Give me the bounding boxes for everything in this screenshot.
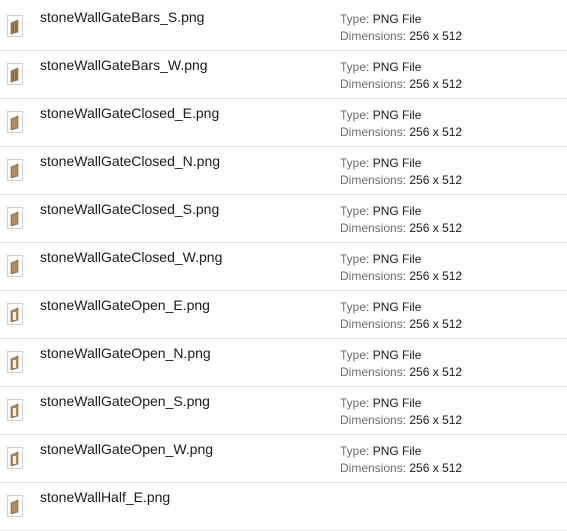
dimensions-value: 256 x 512 xyxy=(409,365,463,379)
file-name: stoneWallGateBars_W.png xyxy=(40,57,208,73)
file-type: Type: PNG File xyxy=(340,204,421,218)
file-list-item[interactable]: stoneWallGateOpen_S.png Type: PNG File Dim… xyxy=(0,388,567,435)
type-label: Type: xyxy=(340,12,370,26)
gate-open-thumbnail-icon xyxy=(7,399,23,421)
type-label: Type: xyxy=(340,348,370,362)
dimensions-value: 256 x 512 xyxy=(409,77,463,91)
file-dimensions: Dimensions: 256 x 512 xyxy=(340,125,462,139)
gate-closed-thumbnail-icon xyxy=(7,207,23,229)
dimensions-value: 256 x 512 xyxy=(409,269,463,283)
file-dimensions: Dimensions: 256 x 512 xyxy=(340,173,462,187)
file-type: Type: PNG File xyxy=(340,444,421,458)
type-value: PNG File xyxy=(372,108,422,122)
dimensions-value: 256 x 512 xyxy=(409,221,463,235)
file-list-item[interactable]: stoneWallGateClosed_E.png Type: PNG File D… xyxy=(0,100,567,147)
file-name: stoneWallHalf_E.png xyxy=(40,489,171,505)
file-dimensions: Dimensions: 256 x 512 xyxy=(340,365,462,379)
gate-open-thumbnail-icon xyxy=(7,447,23,469)
file-list-item[interactable]: stoneWallGateBars_S.png Type: PNG File Dim… xyxy=(0,4,567,51)
dimensions-value: 256 x 512 xyxy=(409,173,463,187)
type-label: Type: xyxy=(340,252,370,266)
dimensions-label: Dimensions: xyxy=(340,125,407,139)
type-label: Type: xyxy=(340,444,370,458)
file-name: stoneWallGateOpen_E.png xyxy=(40,297,210,313)
gate-open-thumbnail-icon xyxy=(7,351,23,373)
file-name: stoneWallGateOpen_W.png xyxy=(40,441,214,457)
type-label: Type: xyxy=(340,156,370,170)
gate-bars-thumbnail-icon xyxy=(7,15,23,37)
file-name: stoneWallGateClosed_S.png xyxy=(40,201,220,217)
type-value: PNG File xyxy=(372,156,422,170)
dimensions-value: 256 x 512 xyxy=(409,125,463,139)
file-type: Type: PNG File xyxy=(340,60,421,74)
file-dimensions: Dimensions: 256 x 512 xyxy=(340,77,462,91)
file-type: Type: PNG File xyxy=(340,396,421,410)
file-dimensions: Dimensions: 256 x 512 xyxy=(340,221,462,235)
file-name: stoneWallGateOpen_S.png xyxy=(40,393,210,409)
type-value: PNG File xyxy=(372,348,422,362)
file-list-item[interactable]: stoneWallGateOpen_N.png Type: PNG File Dim… xyxy=(0,340,567,387)
file-list-item[interactable]: stoneWallGateBars_W.png Type: PNG File Dim… xyxy=(0,52,567,99)
type-value: PNG File xyxy=(372,252,422,266)
file-dimensions: Dimensions: 256 x 512 xyxy=(340,269,462,283)
dimensions-label: Dimensions: xyxy=(340,365,407,379)
file-list-item[interactable]: stoneWallGateClosed_S.png Type: PNG File D… xyxy=(0,196,567,243)
dimensions-label: Dimensions: xyxy=(340,269,407,283)
gate-bars-thumbnail-icon xyxy=(7,63,23,85)
type-label: Type: xyxy=(340,60,370,74)
dimensions-label: Dimensions: xyxy=(340,317,407,331)
file-type: Type: PNG File xyxy=(340,108,421,122)
dimensions-value: 256 x 512 xyxy=(409,29,463,43)
file-dimensions: Dimensions: 256 x 512 xyxy=(340,413,462,427)
file-name: stoneWallGateOpen_N.png xyxy=(40,345,211,361)
dimensions-value: 256 x 512 xyxy=(409,413,463,427)
type-value: PNG File xyxy=(372,12,422,26)
file-list-item[interactable]: stoneWallHalf_E.png xyxy=(0,484,567,531)
gate-closed-thumbnail-icon xyxy=(7,159,23,181)
file-list-item[interactable]: stoneWallGateClosed_N.png Type: PNG File D… xyxy=(0,148,567,195)
dimensions-label: Dimensions: xyxy=(340,221,407,235)
type-value: PNG File xyxy=(372,444,422,458)
type-value: PNG File xyxy=(372,204,422,218)
file-dimensions: Dimensions: 256 x 512 xyxy=(340,29,462,43)
file-name: stoneWallGateBars_S.png xyxy=(40,9,205,25)
dimensions-label: Dimensions: xyxy=(340,173,407,187)
gate-closed-thumbnail-icon xyxy=(7,255,23,277)
file-type: Type: PNG File xyxy=(340,300,421,314)
type-label: Type: xyxy=(340,108,370,122)
type-value: PNG File xyxy=(372,300,422,314)
file-type: Type: PNG File xyxy=(340,348,421,362)
dimensions-label: Dimensions: xyxy=(340,461,407,475)
type-label: Type: xyxy=(340,204,370,218)
file-list-item[interactable]: stoneWallGateClosed_W.png Type: PNG File D… xyxy=(0,244,567,291)
type-value: PNG File xyxy=(372,60,422,74)
file-dimensions: Dimensions: 256 x 512 xyxy=(340,317,462,331)
dimensions-label: Dimensions: xyxy=(340,77,407,91)
type-value: PNG File xyxy=(372,396,422,410)
file-list-item[interactable]: stoneWallGateOpen_E.png Type: PNG File Dim… xyxy=(0,292,567,339)
dimensions-value: 256 x 512 xyxy=(409,461,463,475)
dimensions-value: 256 x 512 xyxy=(409,317,463,331)
file-name: stoneWallGateClosed_W.png xyxy=(40,249,223,265)
type-label: Type: xyxy=(340,300,370,314)
wall-thumbnail-icon xyxy=(7,495,23,517)
gate-open-thumbnail-icon xyxy=(7,303,23,325)
file-type: Type: PNG File xyxy=(340,156,421,170)
file-type: Type: PNG File xyxy=(340,12,421,26)
dimensions-label: Dimensions: xyxy=(340,29,407,43)
gate-closed-thumbnail-icon xyxy=(7,111,23,133)
file-name: stoneWallGateClosed_E.png xyxy=(40,105,220,121)
file-dimensions: Dimensions: 256 x 512 xyxy=(340,461,462,475)
file-list-item[interactable]: stoneWallGateOpen_W.png Type: PNG File Dim… xyxy=(0,436,567,483)
file-name: stoneWallGateClosed_N.png xyxy=(40,153,221,169)
file-type: Type: PNG File xyxy=(340,252,421,266)
dimensions-label: Dimensions: xyxy=(340,413,407,427)
type-label: Type: xyxy=(340,396,370,410)
